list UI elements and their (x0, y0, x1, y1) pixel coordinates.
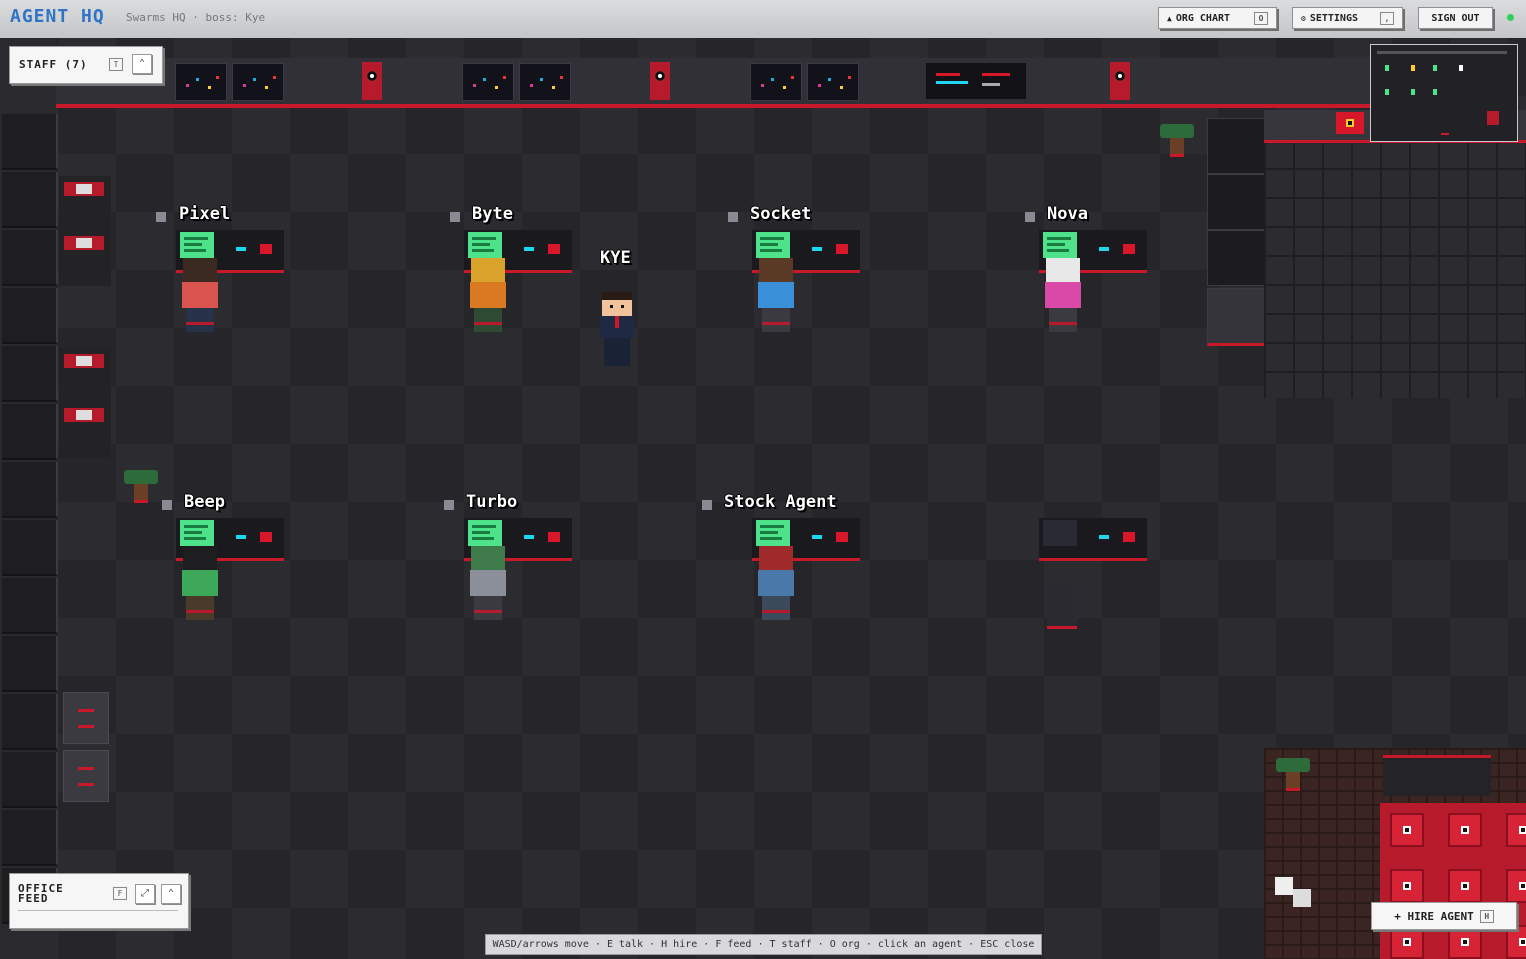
boss-name-label: KYE (600, 248, 631, 268)
lounge-table (1383, 755, 1491, 796)
filing-cabinet (63, 750, 109, 802)
shortcut-key: F (113, 887, 127, 900)
sign-out-button[interactable]: SIGN OUT (1418, 7, 1493, 29)
office-feed-panel[interactable]: OFFICE FEED F ⤢ ⌃ (9, 873, 189, 929)
top-bar: AGENT HQ Swarms HQ · boss: Kye ▲ ORG CHA… (0, 0, 1526, 39)
speaker-icon (362, 62, 382, 100)
agent-name-label: Byte (472, 204, 513, 224)
lounge-rug (1380, 803, 1526, 959)
alarm-light (1336, 112, 1364, 134)
wall-monitor (462, 63, 514, 101)
wall-segment (2, 346, 58, 402)
wall-tv (926, 63, 1026, 99)
up-arrow-icon: ▲ (1167, 13, 1172, 23)
wall-monitor (807, 63, 859, 101)
wall-segment (2, 520, 58, 576)
wall-monitor (232, 63, 284, 101)
shortcut-key: H (1479, 909, 1494, 923)
agent-name-label: Beep (184, 492, 225, 512)
plant-icon (1160, 124, 1194, 157)
wall-segment (2, 172, 58, 228)
boss-player[interactable] (598, 288, 636, 368)
filing-cabinet (63, 692, 109, 744)
app-title: AGENT HQ (10, 6, 105, 27)
chevron-up-icon[interactable]: ⌃ (161, 884, 181, 904)
minimap[interactable] (1370, 44, 1518, 142)
agent-byte[interactable] (468, 258, 508, 342)
agent-status-indicator (444, 500, 454, 510)
wall-segment (1207, 174, 1266, 230)
settings-label: SETTINGS (1309, 12, 1358, 24)
plant-icon (1276, 758, 1310, 791)
expand-icon[interactable]: ⤢ (135, 884, 155, 904)
dice-icon (1293, 889, 1311, 907)
agent-socket[interactable] (756, 258, 796, 342)
agent-status-indicator (728, 212, 738, 222)
agent-name-label: Pixel (179, 204, 231, 224)
agent-status-indicator (450, 212, 460, 222)
empty-chair (1047, 584, 1077, 629)
wall-monitor (175, 63, 227, 101)
settings-button[interactable]: ⚙ SETTINGS , (1292, 7, 1403, 29)
agent-status-indicator (1025, 212, 1035, 222)
staff-panel[interactable]: STAFF (7) T ⌃ (9, 46, 163, 84)
wall-segment (2, 636, 58, 692)
gear-icon: ⚙ (1301, 13, 1306, 23)
hire-agent-button[interactable]: + HIRE AGENT H (1371, 902, 1517, 930)
shortcut-key: T (109, 58, 123, 71)
wall-segment (2, 230, 58, 286)
agent-pixel[interactable] (180, 258, 220, 342)
bookshelf (59, 348, 111, 458)
agent-status-indicator (702, 500, 712, 510)
empty-workstation[interactable] (1039, 518, 1149, 562)
shortcut-key: O (1254, 11, 1268, 25)
speaker-icon (650, 62, 670, 100)
app-subtitle: Swarms HQ · boss: Kye (126, 11, 266, 24)
shortcut-key: , (1380, 11, 1394, 25)
left-wall (0, 38, 58, 959)
wall-segment (1207, 230, 1266, 286)
agent-status-indicator (162, 500, 172, 510)
agent-turbo[interactable] (468, 546, 508, 630)
wall-segment (2, 404, 58, 460)
controls-help-bar: WASD/arrows move · E talk · H hire · F f… (485, 934, 1042, 955)
wall-segment (2, 752, 58, 808)
chevron-up-icon[interactable]: ⌃ (132, 54, 152, 74)
wall-segment (2, 578, 58, 634)
speaker-icon (1110, 62, 1130, 100)
org-chart-label: ORG CHART (1175, 12, 1231, 24)
staff-panel-title: STAFF (7) (19, 58, 88, 71)
agent-name-label: Nova (1047, 204, 1088, 224)
agent-name-label: Turbo (466, 492, 518, 512)
online-status-dot (1507, 14, 1514, 21)
wall-monitor (750, 63, 802, 101)
hire-agent-label: + HIRE AGENT (1394, 909, 1474, 923)
org-chart-button[interactable]: ▲ ORG CHART O (1158, 7, 1277, 29)
agent-nova[interactable] (1043, 258, 1083, 342)
agent-beep[interactable] (180, 546, 220, 630)
office-feed-title: OFFICE FEED (18, 882, 64, 905)
server-room-floor (1264, 110, 1526, 398)
wall-segment (2, 114, 58, 170)
plant-icon (124, 470, 158, 503)
wall-monitor (519, 63, 571, 101)
agent-stock-agent[interactable] (756, 546, 796, 630)
agent-name-label: Stock Agent (724, 492, 837, 512)
agent-name-label: Socket (750, 204, 812, 224)
sign-out-label: SIGN OUT (1431, 12, 1480, 24)
wall-segment (2, 694, 58, 750)
wall-segment (2, 462, 58, 518)
wall-segment (2, 288, 58, 344)
office-world[interactable]: Pixel Byte Socket Nova KYE Beep Turbo St… (0, 38, 1526, 959)
wall-segment (1207, 288, 1266, 346)
wall-segment (2, 810, 58, 866)
agent-status-indicator (156, 212, 166, 222)
divider (18, 910, 178, 911)
dice-icon (1275, 877, 1293, 895)
bookshelf (59, 176, 111, 286)
wall-segment (1207, 118, 1266, 174)
